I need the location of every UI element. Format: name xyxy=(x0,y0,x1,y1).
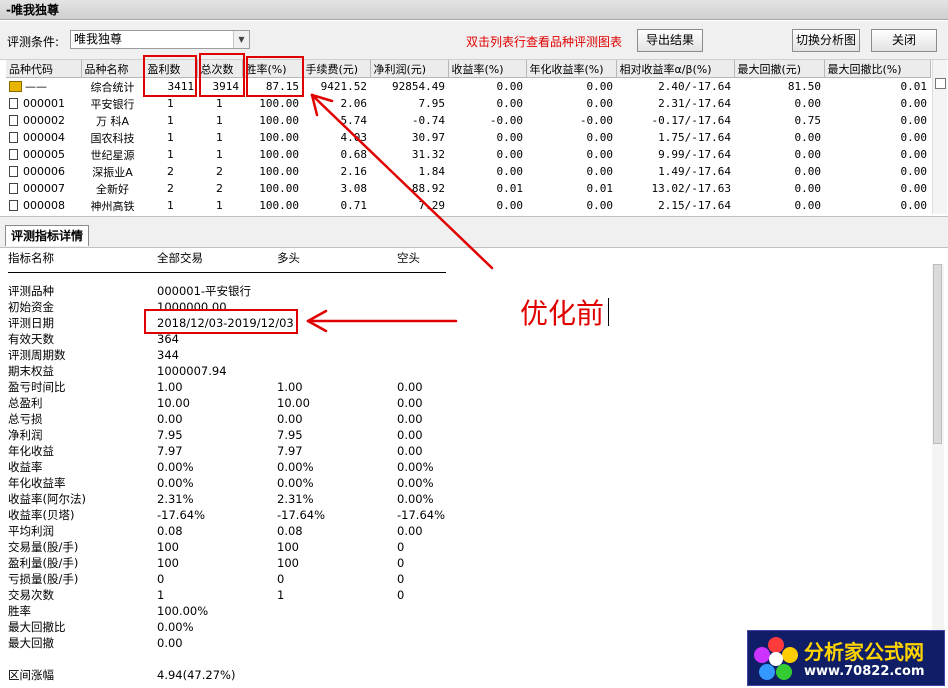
arrow-to-win-rate xyxy=(310,93,494,270)
watermark-url: www.70822.com xyxy=(804,664,925,679)
watermark-name: 分析家公式网 xyxy=(804,640,924,664)
annotation-label: 优化前 xyxy=(520,297,605,330)
watermark-logo: 分析家公式网 www.70822.com xyxy=(747,630,945,686)
text-caret xyxy=(608,298,609,326)
flower-logo-icon xyxy=(754,637,798,680)
annotation-arrows xyxy=(306,93,494,333)
